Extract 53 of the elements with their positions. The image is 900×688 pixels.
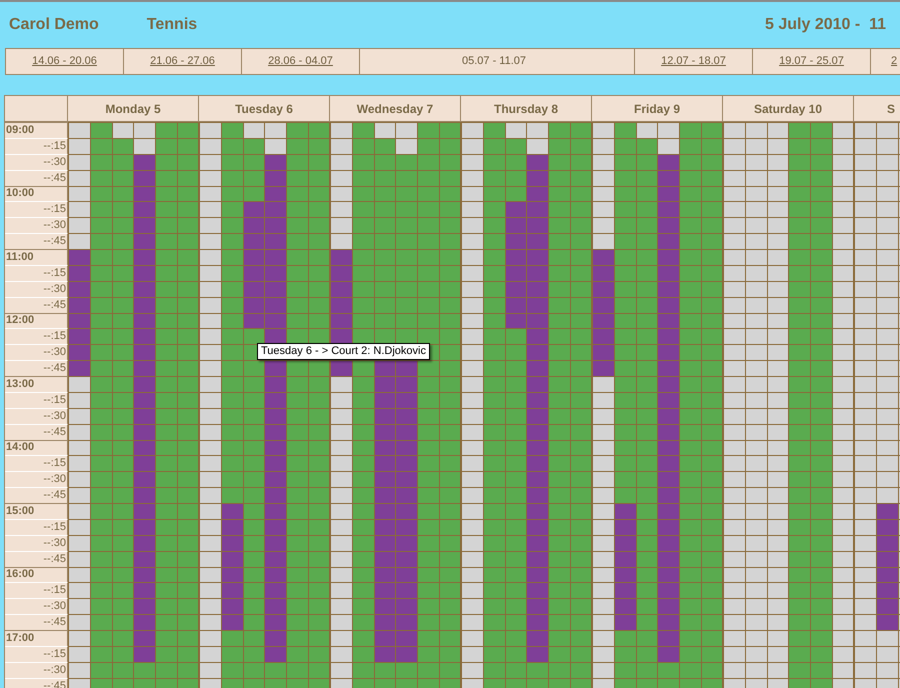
facility-name: Tennis: [146, 15, 198, 35]
time-label: --:30: [5, 154, 68, 170]
day-header: S: [854, 95, 900, 122]
time-label: 15:00: [5, 503, 68, 519]
time-label: 11:00: [5, 249, 68, 265]
time-label: --:15: [5, 582, 68, 598]
week-link[interactable]: 19.07 - 25.07: [753, 49, 871, 74]
time-label: --:30: [5, 662, 68, 678]
day-header: Thursday 8: [461, 95, 592, 122]
time-label: --:15: [5, 392, 68, 408]
time-label: 13:00: [5, 376, 68, 392]
time-label: --:45: [5, 487, 68, 503]
time-label: --:45: [5, 550, 68, 566]
time-label: --:15: [5, 264, 68, 281]
time-label: 09:00: [5, 122, 68, 138]
time-label: --:30: [5, 280, 68, 297]
date-range-title: 5 July 2010 - 11: [765, 15, 886, 35]
time-label: --:30: [5, 471, 68, 488]
time-label: --:15: [5, 455, 68, 472]
time-label: --:30: [5, 534, 68, 551]
day-header: Friday 9: [592, 95, 723, 122]
time-label: 14:00: [5, 440, 68, 456]
week-link[interactable]: 21.06 - 27.06: [124, 49, 242, 74]
time-label: --:30: [5, 217, 68, 234]
day-header: Saturday 10: [723, 95, 854, 122]
time-label: --:15: [5, 138, 68, 154]
week-link[interactable]: 14.06 - 20.06: [6, 49, 124, 74]
day-header: Monday 5: [68, 95, 199, 122]
time-label: --:15: [5, 518, 68, 535]
time-label: --:30: [5, 408, 68, 424]
tooltip: Tuesday 6 - > Court 2: N.Djokovic: [257, 343, 430, 360]
time-label: --:15: [5, 201, 68, 218]
user-name: Carol Demo: [9, 15, 99, 35]
time-label: 16:00: [5, 566, 68, 582]
time-label: --:30: [5, 598, 68, 614]
time-label: --:45: [5, 424, 68, 440]
current-week-tab[interactable]: 05.07 - 11.07: [360, 49, 635, 74]
week-link[interactable]: 2: [871, 49, 900, 74]
time-label: --:45: [5, 170, 68, 186]
time-label: --:30: [5, 344, 68, 360]
time-label: --:45: [5, 233, 68, 249]
time-label: --:45: [5, 360, 68, 376]
time-label: 10:00: [5, 186, 68, 202]
day-header: Tuesday 6: [199, 95, 330, 122]
time-label: --:15: [5, 646, 68, 662]
time-label: 17:00: [5, 630, 68, 646]
week-link[interactable]: 28.06 - 04.07: [242, 49, 360, 74]
time-label: --:45: [5, 614, 68, 630]
week-link[interactable]: 12.07 - 18.07: [635, 49, 753, 74]
time-label: --:15: [5, 328, 68, 344]
time-label: --:45: [5, 296, 68, 312]
day-header: Wednesday 7: [330, 95, 461, 122]
time-label: 12:00: [5, 312, 68, 328]
